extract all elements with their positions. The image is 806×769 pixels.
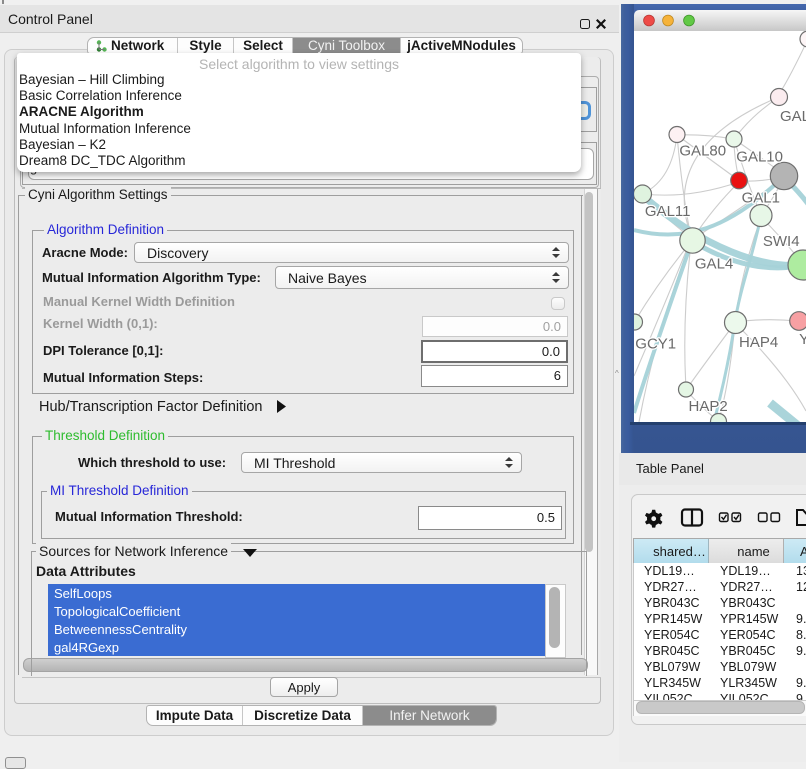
svg-text:GAL7: GAL7 [780,108,806,125]
svg-text:HAP2: HAP2 [689,398,728,415]
svg-text:GAL11: GAL11 [645,203,691,220]
svg-text:GAL80: GAL80 [679,143,726,160]
svg-text:GAL1: GAL1 [742,190,780,207]
svg-text:GAL10: GAL10 [736,149,783,166]
svg-text:GAL4: GAL4 [695,256,733,273]
svg-text:YJ: YJ [799,331,806,348]
svg-text:GCY1: GCY1 [635,336,676,353]
svg-text:SWI4: SWI4 [763,233,800,250]
svg-text:HAP4: HAP4 [739,334,778,351]
